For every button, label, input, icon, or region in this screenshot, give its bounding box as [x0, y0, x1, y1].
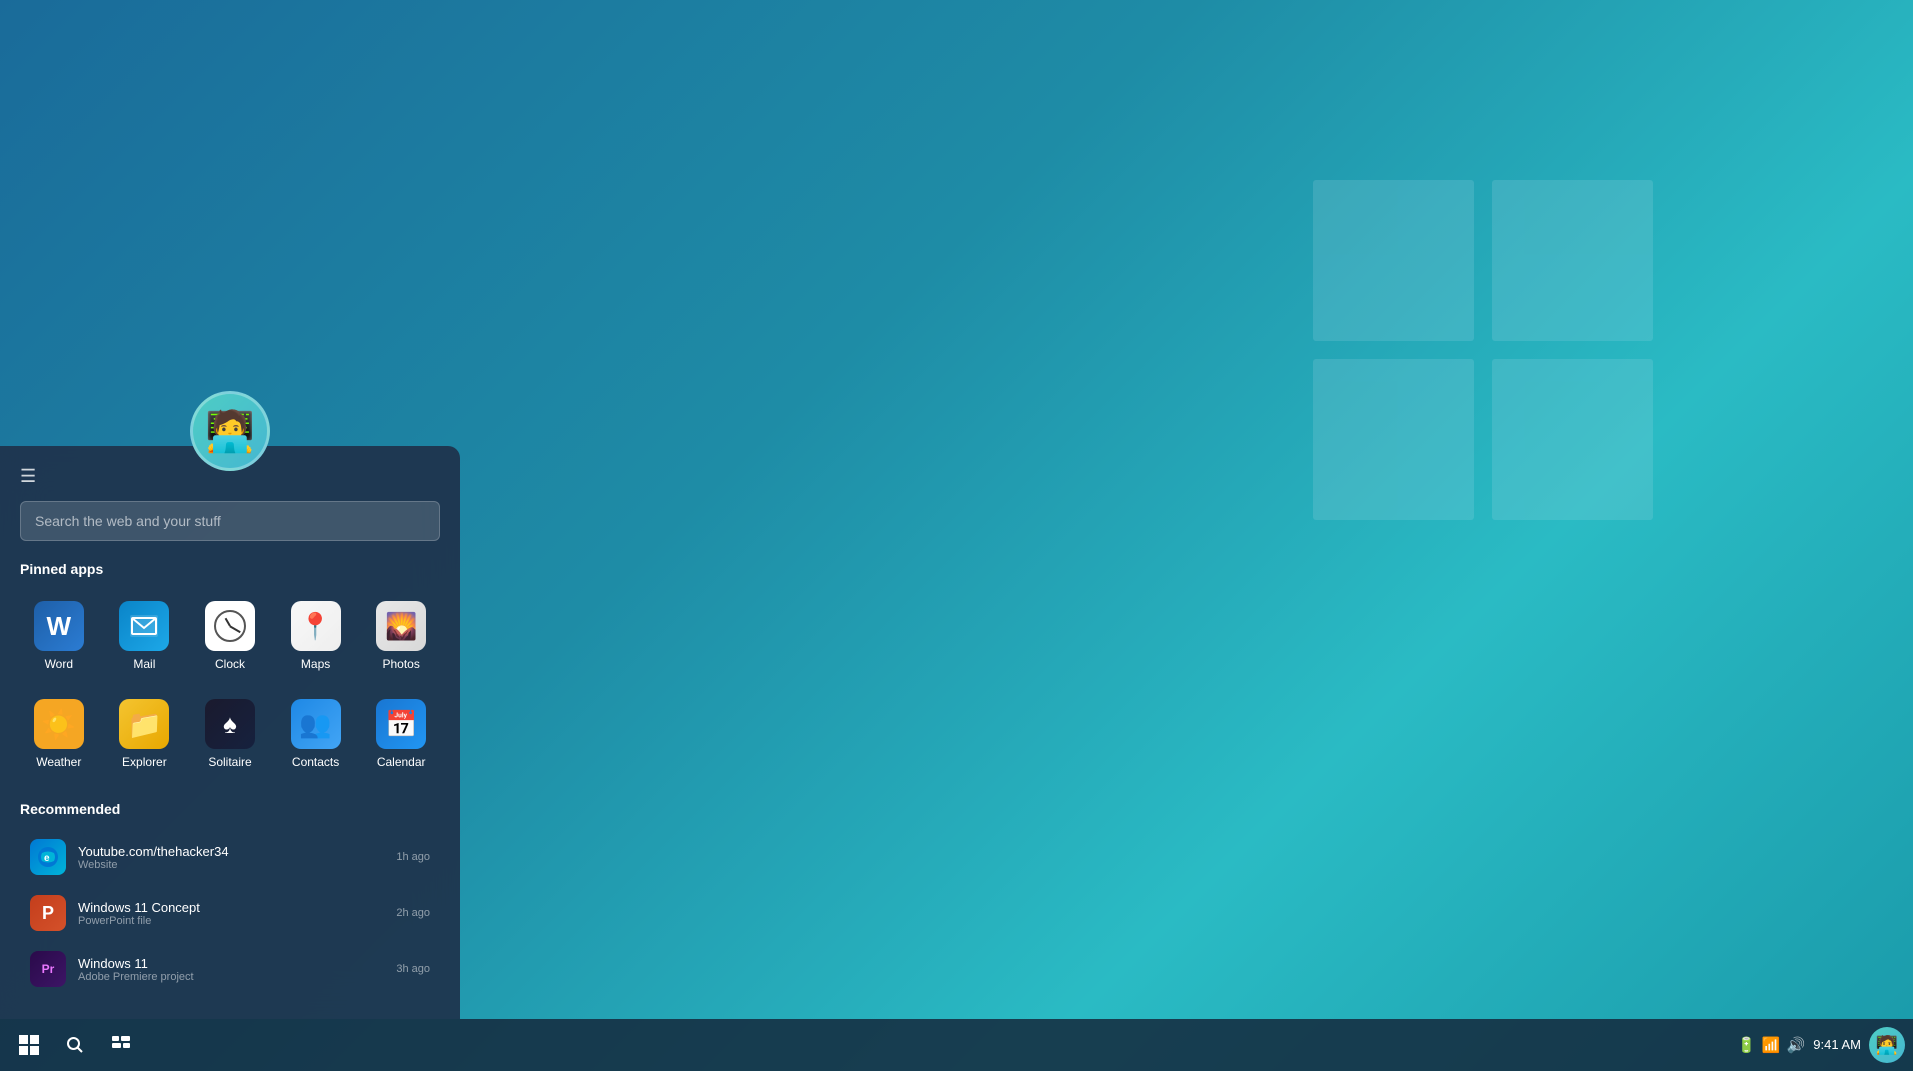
- rec-item-win11[interactable]: Pr Windows 11 Adobe Premiere project 3h …: [20, 943, 440, 995]
- recommended-list: e Youtube.com/thehacker34 Website 1h ago…: [20, 831, 440, 995]
- win11concept-rec-sub: PowerPoint file: [78, 915, 384, 927]
- search-button[interactable]: [54, 1024, 96, 1066]
- explorer-icon: 📁: [119, 699, 169, 749]
- win11-rec-time: 3h ago: [396, 963, 430, 975]
- taskbar-time[interactable]: 9:41 AM: [1813, 1037, 1861, 1054]
- weather-icon: ☀️: [34, 699, 84, 749]
- youtube-rec-info: Youtube.com/thehacker34 Website: [78, 844, 384, 871]
- mail-icon: [119, 601, 169, 651]
- youtube-rec-title: Youtube.com/thehacker34: [78, 844, 384, 859]
- pinned-apps-title: Pinned apps: [20, 561, 440, 577]
- pinned-app-word[interactable]: W Word: [20, 591, 98, 681]
- svg-text:e: e: [44, 853, 50, 864]
- win11-rec-title: Windows 11: [78, 956, 384, 971]
- win11concept-rec-title: Windows 11 Concept: [78, 900, 384, 915]
- pinned-app-weather[interactable]: ☀️ Weather: [20, 689, 98, 779]
- user-avatar[interactable]: 🧑‍💻: [190, 391, 270, 471]
- win11concept-rec-info: Windows 11 Concept PowerPoint file: [78, 900, 384, 927]
- win11-rec-sub: Adobe Premiere project: [78, 971, 384, 983]
- start-button[interactable]: [8, 1024, 50, 1066]
- pinned-app-mail[interactable]: Mail: [106, 591, 184, 681]
- start-menu: 🧑‍💻 ☰ Pinned apps W Word Mail Clock 📍 Ma…: [0, 446, 460, 1019]
- youtube-rec-time: 1h ago: [396, 851, 430, 863]
- photos-label: Photos: [383, 657, 420, 671]
- win11-rec-icon: Pr: [30, 951, 66, 987]
- clock-label: Clock: [215, 657, 245, 671]
- pinned-app-solitaire[interactable]: ♠ Solitaire: [191, 689, 269, 779]
- contacts-icon: 👥: [291, 699, 341, 749]
- rec-item-youtube[interactable]: e Youtube.com/thehacker34 Website 1h ago: [20, 831, 440, 883]
- maps-icon: 📍: [291, 601, 341, 651]
- taskview-button[interactable]: [100, 1024, 142, 1066]
- weather-label: Weather: [36, 755, 81, 769]
- youtube-rec-sub: Website: [78, 859, 384, 871]
- word-icon: W: [34, 601, 84, 651]
- calendar-icon: 📅: [376, 699, 426, 749]
- mail-label: Mail: [133, 657, 155, 671]
- win11concept-rec-icon: P: [30, 895, 66, 931]
- pinned-app-maps[interactable]: 📍 Maps: [277, 591, 355, 681]
- pinned-app-photos[interactable]: 🌄 Photos: [362, 591, 440, 681]
- win11-rec-info: Windows 11 Adobe Premiere project: [78, 956, 384, 983]
- pinned-app-contacts[interactable]: 👥 Contacts: [277, 689, 355, 779]
- taskbar-left: [8, 1024, 142, 1066]
- search-bar[interactable]: [20, 501, 440, 541]
- battery-icon: 🔋: [1737, 1036, 1756, 1054]
- wifi-icon: 📶: [1762, 1036, 1781, 1054]
- word-label: Word: [45, 657, 73, 671]
- solitaire-label: Solitaire: [208, 755, 251, 769]
- photos-icon: 🌄: [376, 601, 426, 651]
- desktop: 🧑‍💻 ☰ Pinned apps W Word Mail Clock 📍 Ma…: [0, 0, 1913, 1071]
- pinned-app-calendar[interactable]: 📅 Calendar: [362, 689, 440, 779]
- pinned-app-explorer[interactable]: 📁 Explorer: [106, 689, 184, 779]
- volume-icon: 🔊: [1787, 1036, 1806, 1054]
- solitaire-icon: ♠: [205, 699, 255, 749]
- contacts-label: Contacts: [292, 755, 339, 769]
- taskbar-right: 🔋 📶 🔊 9:41 AM 🧑‍💻: [1737, 1027, 1905, 1063]
- rec-item-win11concept[interactable]: P Windows 11 Concept PowerPoint file 2h …: [20, 887, 440, 939]
- search-input[interactable]: [35, 513, 425, 529]
- pinned-app-clock[interactable]: Clock: [191, 591, 269, 681]
- taskbar-avatar[interactable]: 🧑‍💻: [1869, 1027, 1905, 1063]
- clock-icon: [205, 601, 255, 651]
- windows-logo-watermark: [1313, 180, 1653, 520]
- pinned-apps-grid: W Word Mail Clock 📍 Maps 🌄 Photos ☀️ Wea…: [20, 591, 440, 779]
- taskbar-system-icons: 🔋 📶 🔊: [1737, 1036, 1805, 1054]
- taskbar: 🔋 📶 🔊 9:41 AM 🧑‍💻: [0, 1019, 1913, 1071]
- recommended-title: Recommended: [20, 801, 440, 817]
- win11concept-rec-time: 2h ago: [396, 907, 430, 919]
- youtube-rec-icon: e: [30, 839, 66, 875]
- calendar-label: Calendar: [377, 755, 426, 769]
- maps-label: Maps: [301, 657, 330, 671]
- explorer-label: Explorer: [122, 755, 167, 769]
